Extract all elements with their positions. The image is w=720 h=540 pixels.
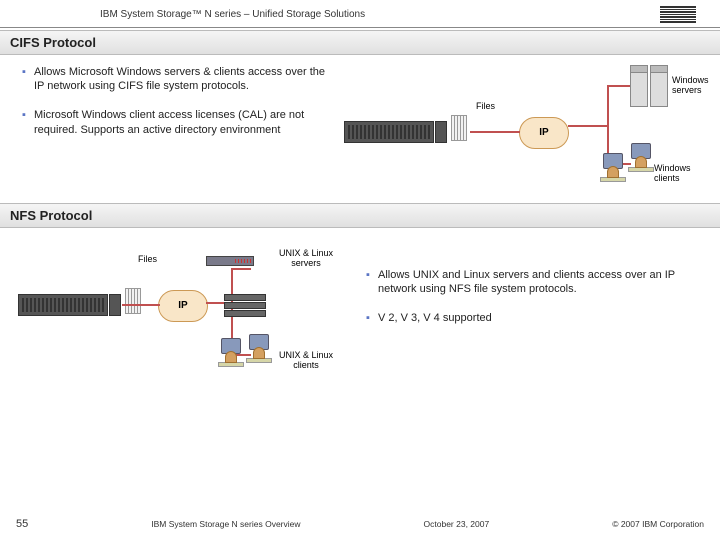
cifs-bullets: Allows Microsoft Windows servers & clien… bbox=[22, 65, 332, 195]
footer-date: October 23, 2007 bbox=[424, 519, 490, 529]
nfs-content: Files UNIX & Linux servers UNIX & Linux … bbox=[0, 228, 720, 394]
cifs-bullet: Allows Microsoft Windows servers & clien… bbox=[22, 65, 332, 95]
clients-label: UNIX & Linux clients bbox=[276, 350, 336, 370]
ip-cloud-icon: IP bbox=[519, 117, 569, 149]
client-pc-icon bbox=[218, 338, 244, 367]
client-pc-icon bbox=[246, 334, 272, 363]
files-label: Files bbox=[138, 254, 157, 264]
ibm-logo-icon bbox=[660, 6, 696, 23]
cifs-bullet: Microsoft Windows client access licenses… bbox=[22, 108, 332, 138]
files-stack-icon bbox=[126, 288, 141, 314]
files-label: Files bbox=[476, 101, 495, 111]
header-bar: IBM System Storage™ N series – Unified S… bbox=[0, 0, 720, 28]
ip-label: IP bbox=[539, 127, 548, 138]
ip-label: IP bbox=[178, 300, 187, 311]
connector-line bbox=[470, 131, 520, 133]
nfs-bullet: V 2, V 3, V 4 supported bbox=[366, 311, 702, 326]
footer-doc-title: IBM System Storage N series Overview bbox=[151, 519, 300, 529]
servers-label: UNIX & Linux servers bbox=[276, 248, 336, 268]
servers-label: Windows servers bbox=[672, 75, 720, 95]
page-number: 55 bbox=[16, 518, 28, 530]
header-subtitle: IBM System Storage™ N series – Unified S… bbox=[100, 9, 365, 20]
connector-line bbox=[231, 268, 251, 270]
connector-line bbox=[607, 85, 631, 87]
filer-icon bbox=[344, 121, 447, 143]
nfs-diagram: Files UNIX & Linux servers UNIX & Linux … bbox=[18, 238, 358, 388]
cifs-content: Allows Microsoft Windows servers & clien… bbox=[0, 55, 720, 201]
nfs-bullet: Allows UNIX and Linux servers and client… bbox=[366, 268, 702, 298]
connector-line bbox=[122, 304, 160, 306]
server-icon bbox=[650, 65, 668, 107]
nfs-bullets: Allows UNIX and Linux servers and client… bbox=[366, 238, 702, 388]
ip-cloud-icon: IP bbox=[158, 290, 208, 322]
clients-label: Windows clients bbox=[654, 163, 706, 183]
nfs-section-title: NFS Protocol bbox=[0, 203, 720, 228]
client-pc-icon bbox=[628, 143, 654, 172]
cifs-section-title: CIFS Protocol bbox=[0, 30, 720, 55]
filer-icon bbox=[18, 294, 121, 316]
server-stack-icon bbox=[224, 294, 266, 317]
footer-bar: 55 IBM System Storage N series Overview … bbox=[0, 512, 720, 540]
server-icon bbox=[630, 65, 648, 107]
cifs-diagram: Files IP Windows servers Windows clients bbox=[344, 65, 706, 195]
connector-line bbox=[568, 125, 608, 127]
client-pc-icon bbox=[600, 153, 626, 182]
server-flat-icon bbox=[206, 256, 254, 266]
footer-copyright: © 2007 IBM Corporation bbox=[612, 519, 704, 529]
files-stack-icon bbox=[452, 115, 467, 141]
